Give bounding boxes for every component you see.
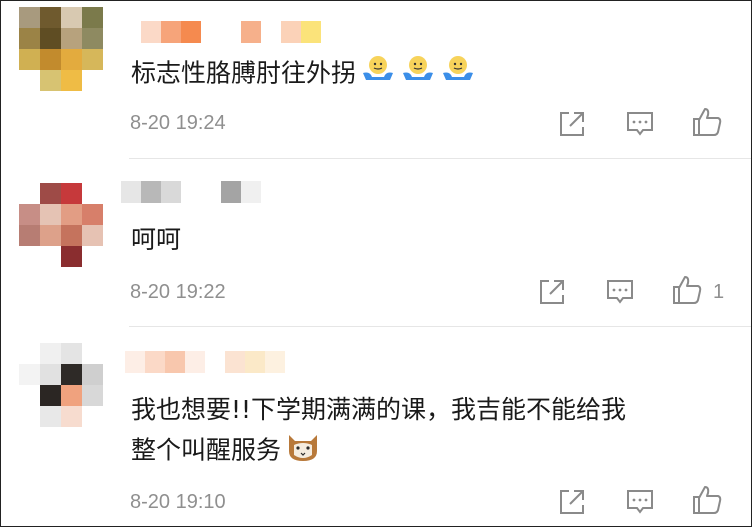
username-blurred[interactable] <box>141 21 321 43</box>
avatar[interactable] <box>19 183 103 267</box>
comment-time: 8-20 19:24 <box>130 112 226 134</box>
comment-icon <box>627 112 653 136</box>
share-icon <box>560 112 584 136</box>
comment-text: 我也想要!!下学期满满的课，我吉能不能给我 整个叫醒服务 <box>131 391 733 474</box>
comment-item: 标志性胳膊肘往外拐 8-20 19:24 <box>1 1 752 159</box>
username-blurred[interactable] <box>125 351 285 373</box>
avatar[interactable] <box>19 7 103 91</box>
thumbs-up-icon <box>673 276 702 304</box>
shrug-emoji <box>400 53 436 96</box>
username-blurred[interactable] <box>121 181 261 203</box>
like-button[interactable] <box>691 484 722 514</box>
like-button[interactable] <box>691 106 722 136</box>
share-button[interactable] <box>557 109 587 139</box>
comment-icon <box>627 490 653 514</box>
comment-icon <box>607 280 633 304</box>
avatar[interactable] <box>19 343 103 427</box>
share-button[interactable] <box>537 277 567 307</box>
shrug-emoji <box>360 53 396 96</box>
comment-item: 我也想要!!下学期满满的课，我吉能不能给我 整个叫醒服务 8-20 19:10 <box>1 327 752 528</box>
thumbs-up-icon <box>693 486 722 514</box>
comment-time: 8-20 19:22 <box>130 281 226 303</box>
shrug-emoji <box>440 53 476 96</box>
comment-button[interactable] <box>625 487 655 517</box>
share-icon <box>560 490 584 514</box>
comment-button[interactable] <box>625 109 655 139</box>
share-icon <box>540 280 564 304</box>
like-count: 1 <box>713 281 725 303</box>
comment-item: 呵呵 8-20 19:22 1 <box>1 159 752 327</box>
share-button[interactable] <box>557 487 587 517</box>
comment-text: 呵呵 <box>131 225 182 254</box>
comment-button[interactable] <box>605 277 635 307</box>
comment-time: 8-20 19:10 <box>130 491 226 513</box>
thumbs-up-icon <box>693 108 722 136</box>
comment-text: 标志性胳膊肘往外拐 <box>131 53 733 96</box>
cat-emoji <box>285 429 321 474</box>
like-button[interactable] <box>671 274 702 304</box>
